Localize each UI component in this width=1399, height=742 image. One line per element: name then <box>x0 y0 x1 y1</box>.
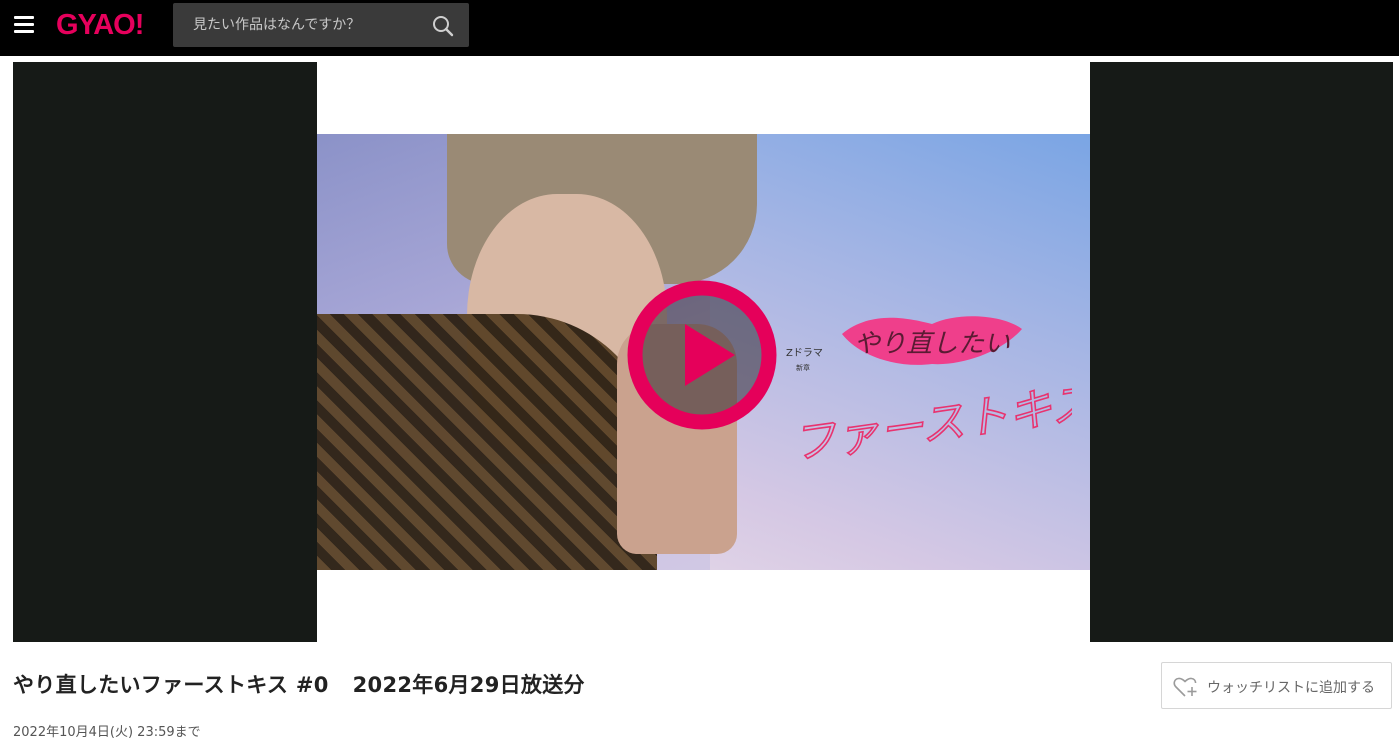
gyao-logo[interactable]: GYAO! <box>56 9 144 42</box>
key-art-title: Zドラマ 新章 やり直したい ファーストキス <box>786 316 1072 471</box>
add-to-watchlist-button[interactable]: ウォッチリストに追加する <box>1161 662 1392 709</box>
key-art-subtitle-sub: 新章 <box>796 363 810 372</box>
availability-deadline: 2022年10月4日(火) 23:59まで <box>13 725 201 740</box>
play-icon[interactable] <box>627 280 777 430</box>
top-bar: GYAO! <box>0 0 1399 56</box>
episode-title-text: やり直したいファーストキス #0 <box>13 673 329 697</box>
search-box <box>173 3 469 47</box>
video-thumbnail[interactable]: Zドラマ 新章 やり直したい ファーストキス <box>317 62 1090 642</box>
hamburger-menu-icon[interactable] <box>14 16 34 33</box>
search-icon[interactable] <box>431 14 455 38</box>
key-art-subtitle: Zドラマ <box>786 347 823 359</box>
key-art-title-line2: ファーストキス <box>789 377 1072 470</box>
search-input[interactable] <box>173 3 433 47</box>
video-player[interactable]: Zドラマ 新章 やり直したい ファーストキス <box>13 62 1393 642</box>
watchlist-label: ウォッチリストに追加する <box>1207 680 1375 696</box>
heart-plus-icon <box>1173 677 1197 697</box>
episode-title: やり直したいファーストキス #0 2022年6月29日放送分 <box>13 669 585 699</box>
broadcast-date: 2022年6月29日放送分 <box>352 673 585 697</box>
key-art-title-line1: やり直したい <box>854 329 1010 359</box>
